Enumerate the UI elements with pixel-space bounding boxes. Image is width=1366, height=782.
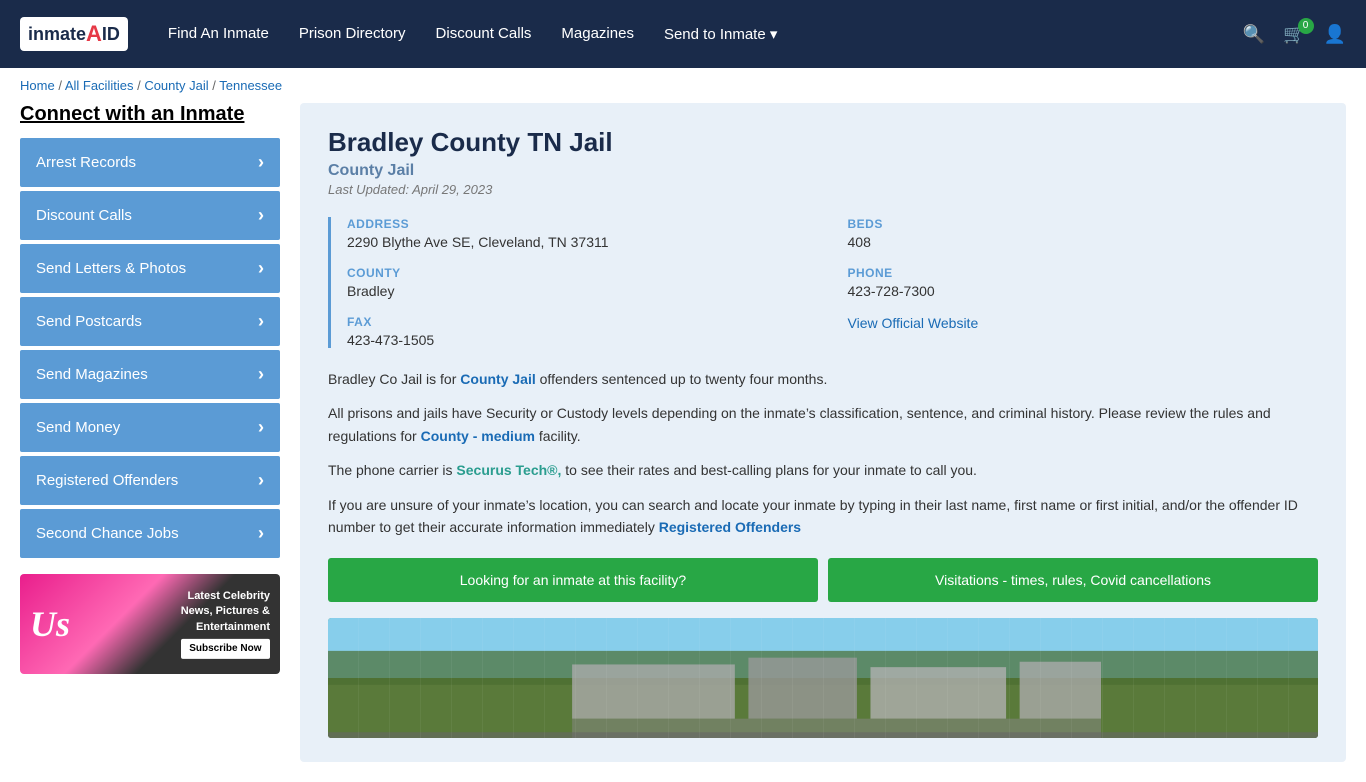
phone-field: PHONE 423-728-7300 bbox=[848, 266, 1319, 299]
address-value: 2290 Blythe Ave SE, Cleveland, TN 37311 bbox=[347, 234, 818, 250]
desc-paragraph-2: All prisons and jails have Security or C… bbox=[328, 402, 1318, 447]
beds-field: BEDS 408 bbox=[848, 217, 1319, 250]
website-link[interactable]: View Official Website bbox=[848, 315, 979, 331]
main-layout: Connect with an Inmate Arrest Records › … bbox=[0, 103, 1366, 782]
fax-value: 423-473-1505 bbox=[347, 332, 818, 348]
sidebar-item-label: Send Letters & Photos bbox=[36, 260, 186, 277]
cart-button[interactable]: 🛒 0 bbox=[1283, 24, 1305, 45]
facility-info-grid: ADDRESS 2290 Blythe Ave SE, Cleveland, T… bbox=[328, 217, 1318, 348]
beds-label: BEDS bbox=[848, 217, 1319, 231]
chevron-right-icon: › bbox=[258, 311, 264, 332]
county-value: Bradley bbox=[347, 283, 818, 299]
fax-field: FAX 423-473-1505 bbox=[347, 315, 818, 348]
main-nav: inmateAID Find An Inmate Prison Director… bbox=[0, 0, 1366, 68]
ad-logo: Us bbox=[30, 603, 70, 645]
facility-description: Bradley Co Jail is for County Jail offen… bbox=[328, 368, 1318, 538]
nav-icons: 🔍 🛒 0 👤 bbox=[1243, 24, 1346, 45]
facility-content: Bradley County TN Jail County Jail Last … bbox=[300, 103, 1346, 762]
account-button[interactable]: 👤 bbox=[1324, 24, 1346, 45]
chevron-right-icon: › bbox=[258, 152, 264, 173]
sidebar-item-second-chance-jobs[interactable]: Second Chance Jobs › bbox=[20, 509, 280, 558]
phone-label: PHONE bbox=[848, 266, 1319, 280]
county-label: COUNTY bbox=[347, 266, 818, 280]
breadcrumb-tennessee[interactable]: Tennessee bbox=[219, 78, 282, 93]
chevron-right-icon: › bbox=[258, 258, 264, 279]
chevron-right-icon: › bbox=[258, 205, 264, 226]
facility-photo bbox=[328, 618, 1318, 738]
desc-paragraph-1: Bradley Co Jail is for County Jail offen… bbox=[328, 368, 1318, 390]
chevron-right-icon: › bbox=[258, 470, 264, 491]
cart-badge: 0 bbox=[1298, 18, 1314, 34]
nav-links: Find An Inmate Prison Directory Discount… bbox=[168, 25, 1223, 43]
photo-overlay bbox=[328, 618, 1318, 738]
action-buttons: Looking for an inmate at this facility? … bbox=[328, 558, 1318, 602]
nav-prison-directory[interactable]: Prison Directory bbox=[299, 25, 406, 43]
facility-type: County Jail bbox=[328, 162, 1318, 180]
sidebar-item-send-magazines[interactable]: Send Magazines › bbox=[20, 350, 280, 399]
sidebar-item-label: Arrest Records bbox=[36, 154, 136, 171]
phone-value: 423-728-7300 bbox=[848, 283, 1319, 299]
sidebar-title: Connect with an Inmate bbox=[20, 103, 280, 126]
breadcrumb-home[interactable]: Home bbox=[20, 78, 55, 93]
search-button[interactable]: 🔍 bbox=[1243, 24, 1265, 45]
breadcrumb-all-facilities[interactable]: All Facilities bbox=[65, 78, 134, 93]
chevron-right-icon: › bbox=[258, 523, 264, 544]
fax-label: FAX bbox=[347, 315, 818, 329]
sidebar-item-arrest-records[interactable]: Arrest Records › bbox=[20, 138, 280, 187]
find-inmate-button[interactable]: Looking for an inmate at this facility? bbox=[328, 558, 818, 602]
address-field: ADDRESS 2290 Blythe Ave SE, Cleveland, T… bbox=[347, 217, 818, 250]
sidebar-item-send-money[interactable]: Send Money › bbox=[20, 403, 280, 452]
desc-paragraph-3: The phone carrier is Securus Tech®, to s… bbox=[328, 459, 1318, 481]
visitations-button[interactable]: Visitations - times, rules, Covid cancel… bbox=[828, 558, 1318, 602]
nav-discount-calls[interactable]: Discount Calls bbox=[436, 25, 532, 43]
sidebar-item-label: Send Money bbox=[36, 419, 120, 436]
breadcrumb-county-jail[interactable]: County Jail bbox=[144, 78, 208, 93]
sidebar-item-label: Send Postcards bbox=[36, 313, 142, 330]
sidebar-item-send-postcards[interactable]: Send Postcards › bbox=[20, 297, 280, 346]
county-jail-link-1[interactable]: County Jail bbox=[460, 371, 535, 387]
logo-text: inmate bbox=[28, 24, 86, 45]
sidebar-item-label: Discount Calls bbox=[36, 207, 132, 224]
sidebar: Connect with an Inmate Arrest Records › … bbox=[20, 103, 280, 762]
address-label: ADDRESS bbox=[347, 217, 818, 231]
sidebar-item-label: Second Chance Jobs bbox=[36, 525, 179, 542]
website-field: View Official Website bbox=[848, 315, 1319, 348]
securus-link[interactable]: Securus Tech®, bbox=[456, 462, 561, 478]
beds-value: 408 bbox=[848, 234, 1319, 250]
ad-text: Latest Celebrity News, Pictures & Entert… bbox=[181, 589, 270, 659]
sidebar-menu: Arrest Records › Discount Calls › Send L… bbox=[20, 138, 280, 558]
sidebar-item-discount-calls[interactable]: Discount Calls › bbox=[20, 191, 280, 240]
breadcrumb: Home / All Facilities / County Jail / Te… bbox=[0, 68, 1366, 103]
county-field: COUNTY Bradley bbox=[347, 266, 818, 299]
sidebar-item-registered-offenders[interactable]: Registered Offenders › bbox=[20, 456, 280, 505]
facility-title: Bradley County TN Jail bbox=[328, 127, 1318, 158]
nav-find-inmate[interactable]: Find An Inmate bbox=[168, 25, 269, 43]
nav-send-to-inmate[interactable]: Send to Inmate ▾ bbox=[664, 25, 777, 43]
chevron-right-icon: › bbox=[258, 417, 264, 438]
logo[interactable]: inmateAID bbox=[20, 17, 128, 51]
ad-subscribe-button[interactable]: Subscribe Now bbox=[181, 639, 270, 659]
desc-paragraph-4: If you are unsure of your inmate’s locat… bbox=[328, 494, 1318, 539]
last-updated: Last Updated: April 29, 2023 bbox=[328, 182, 1318, 197]
county-medium-link[interactable]: County - medium bbox=[421, 428, 535, 444]
sidebar-item-send-letters[interactable]: Send Letters & Photos › bbox=[20, 244, 280, 293]
nav-magazines[interactable]: Magazines bbox=[561, 25, 634, 43]
registered-offenders-link[interactable]: Registered Offenders bbox=[659, 519, 801, 535]
chevron-right-icon: › bbox=[258, 364, 264, 385]
sidebar-item-label: Send Magazines bbox=[36, 366, 148, 383]
ad-banner[interactable]: Us Latest Celebrity News, Pictures & Ent… bbox=[20, 574, 280, 674]
sidebar-item-label: Registered Offenders bbox=[36, 472, 178, 489]
